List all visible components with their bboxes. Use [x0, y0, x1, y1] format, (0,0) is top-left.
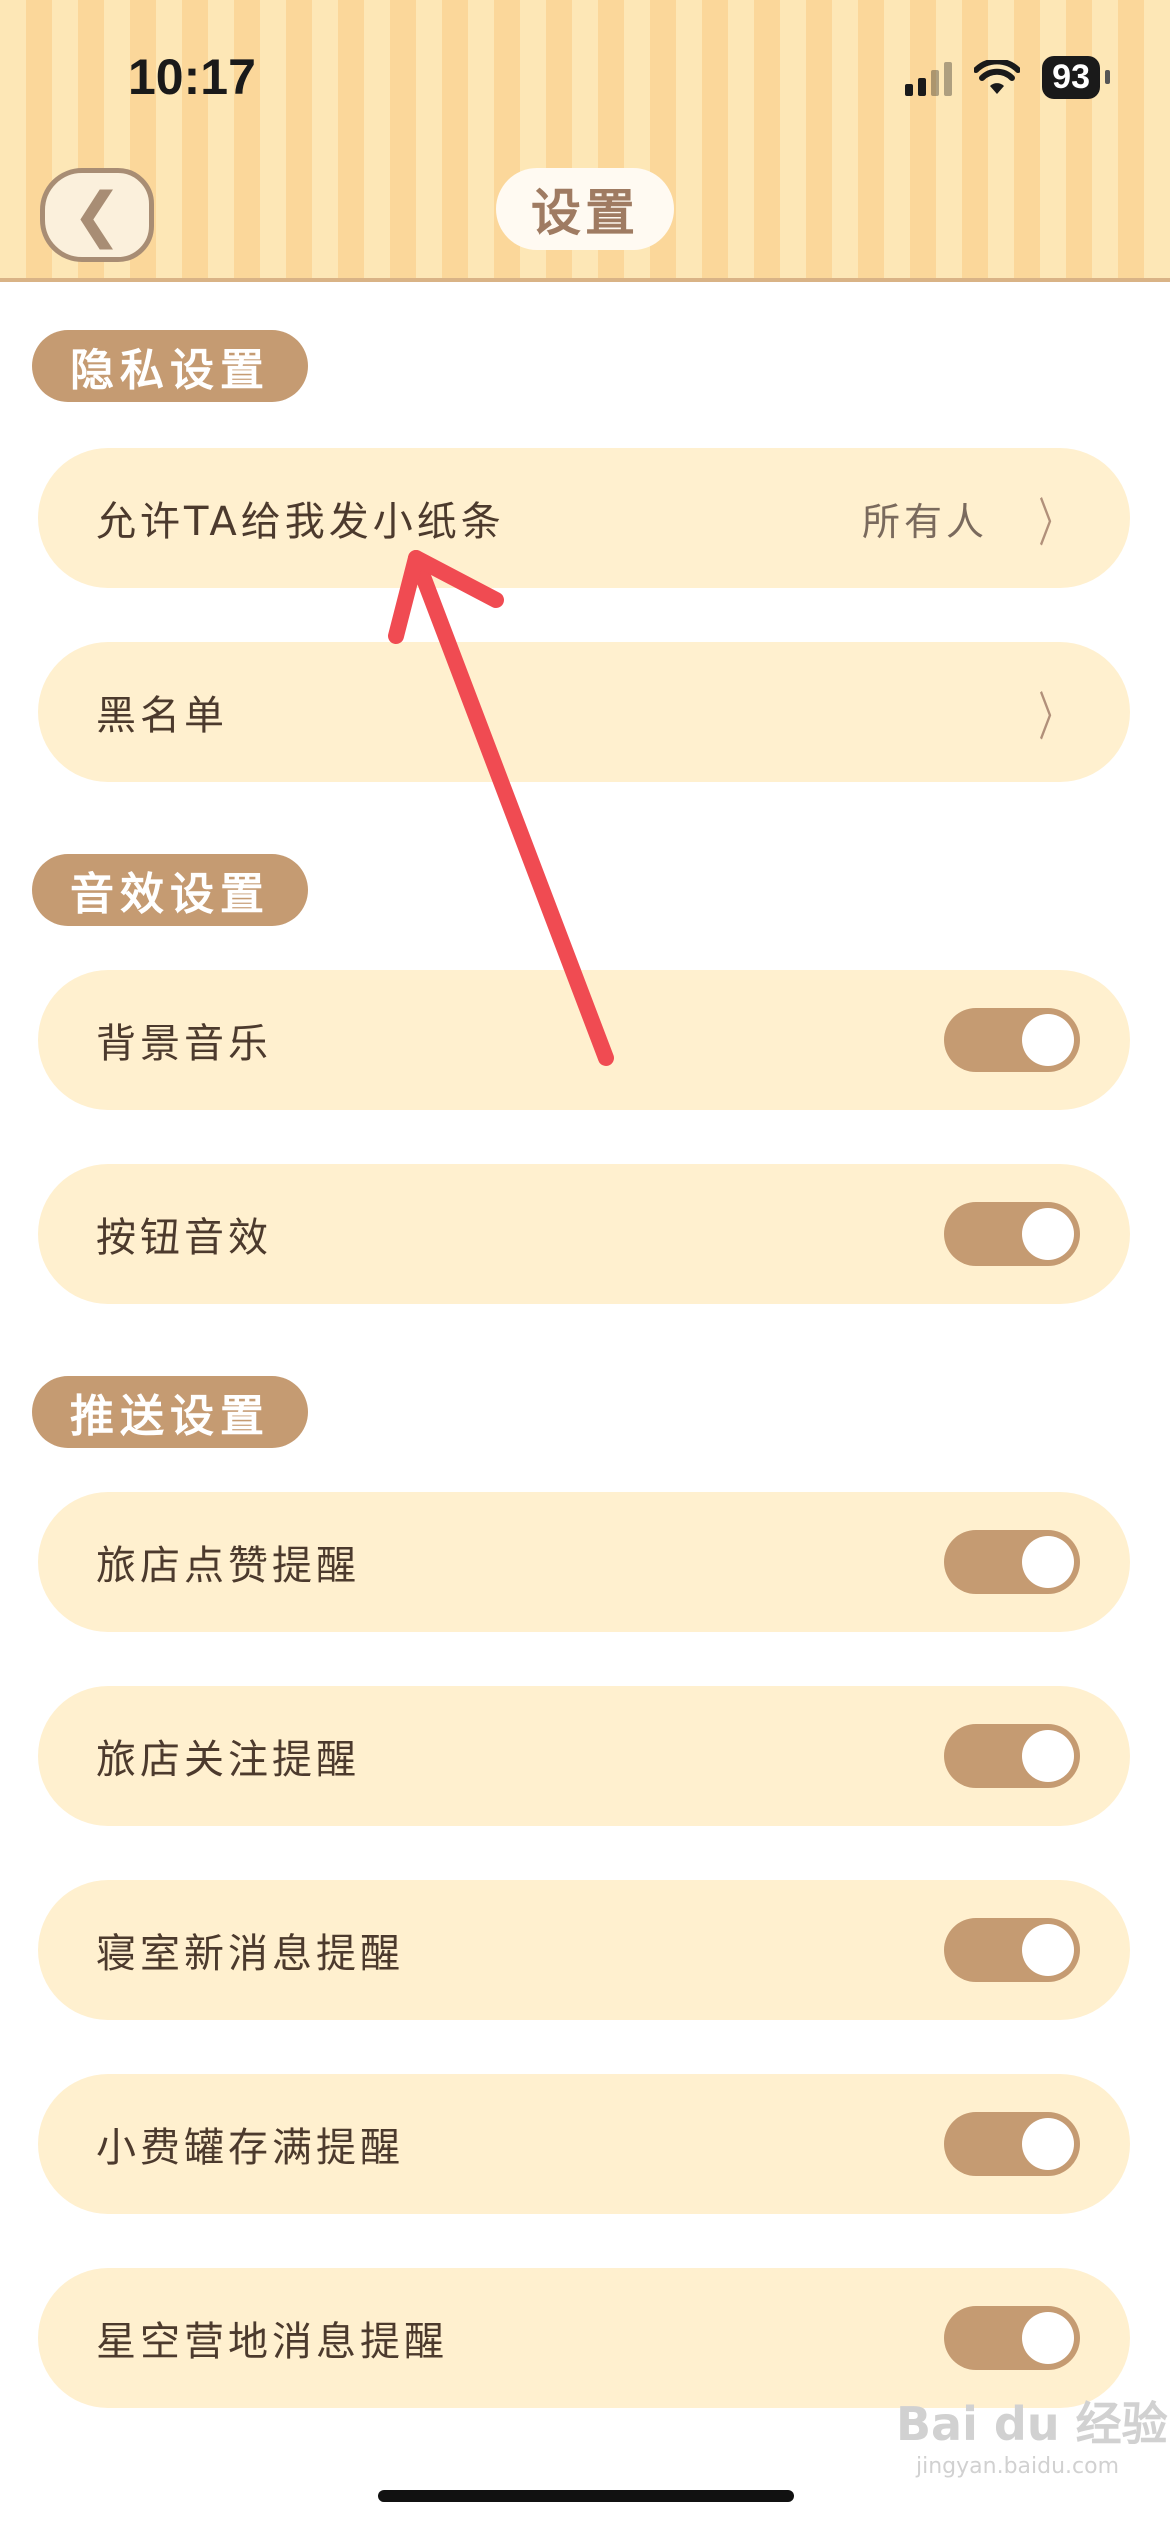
row-tip-jar-reminder: 小费罐存满提醒	[38, 2074, 1130, 2214]
chevron-right-icon: 〉	[1038, 493, 1070, 554]
page-title: 设置	[496, 168, 674, 250]
row-background-music: 背景音乐	[38, 970, 1130, 1110]
row-blacklist[interactable]: 黑名单 〉	[38, 642, 1130, 782]
back-button[interactable]: ❮	[40, 168, 154, 262]
inn-follow-toggle[interactable]	[944, 1724, 1080, 1788]
row-allow-notes[interactable]: 允许TA给我发小纸条 所有人 〉	[38, 448, 1130, 588]
section-label-privacy: 隐私设置	[32, 330, 308, 402]
row-inn-like-reminder: 旅店点赞提醒	[38, 1492, 1130, 1632]
camp-message-toggle[interactable]	[944, 2306, 1080, 2370]
cellular-signal-icon	[905, 60, 953, 96]
toggle-knob	[1022, 1924, 1074, 1976]
row-label: 背景音乐	[96, 1021, 272, 1067]
chevron-right-icon: 〉	[1038, 687, 1070, 748]
row-dorm-message-reminder: 寝室新消息提醒	[38, 1880, 1130, 2020]
row-label: 按钮音效	[96, 1215, 272, 1261]
toggle-knob	[1022, 2312, 1074, 2364]
row-value: 所有人	[861, 499, 988, 544]
watermark: Bai du 经验 jingyan.baidu.com	[896, 2388, 1168, 2479]
row-label: 黑名单	[96, 693, 228, 739]
home-indicator	[378, 2490, 794, 2502]
status-time: 10:17	[128, 49, 256, 105]
toggle-knob	[1022, 1014, 1074, 1066]
section-label-push: 推送设置	[32, 1376, 308, 1448]
toggle-knob	[1022, 1208, 1074, 1260]
section-label-sound: 音效设置	[32, 854, 308, 926]
battery-indicator: 93	[1042, 56, 1110, 99]
tip-jar-toggle[interactable]	[944, 2112, 1080, 2176]
row-button-sound: 按钮音效	[38, 1164, 1130, 1304]
watermark-main: Bai du 经验	[896, 2397, 1168, 2451]
toggle-knob	[1022, 1536, 1074, 1588]
row-label: 允许TA给我发小纸条	[96, 499, 505, 545]
row-label: 星空营地消息提醒	[96, 2319, 448, 2365]
status-icons: 93	[905, 56, 1110, 99]
watermark-sub: jingyan.baidu.com	[916, 2454, 1120, 2479]
row-label: 小费罐存满提醒	[96, 2125, 404, 2171]
dorm-message-toggle[interactable]	[944, 1918, 1080, 1982]
row-label: 旅店关注提醒	[96, 1737, 360, 1783]
row-camp-message-reminder: 星空营地消息提醒	[38, 2268, 1130, 2408]
background-music-toggle[interactable]	[944, 1008, 1080, 1072]
button-sound-toggle[interactable]	[944, 1202, 1080, 1266]
row-inn-follow-reminder: 旅店关注提醒	[38, 1686, 1130, 1826]
row-label: 旅店点赞提醒	[96, 1543, 360, 1589]
toggle-knob	[1022, 2118, 1074, 2170]
row-label: 寝室新消息提醒	[96, 1931, 404, 1977]
inn-like-toggle[interactable]	[944, 1530, 1080, 1594]
header-bar: 10:17 93 ❮ 设置	[0, 0, 1170, 282]
back-arrow-icon: ❮	[71, 180, 123, 250]
toggle-knob	[1022, 1730, 1074, 1782]
wifi-icon	[974, 59, 1021, 94]
